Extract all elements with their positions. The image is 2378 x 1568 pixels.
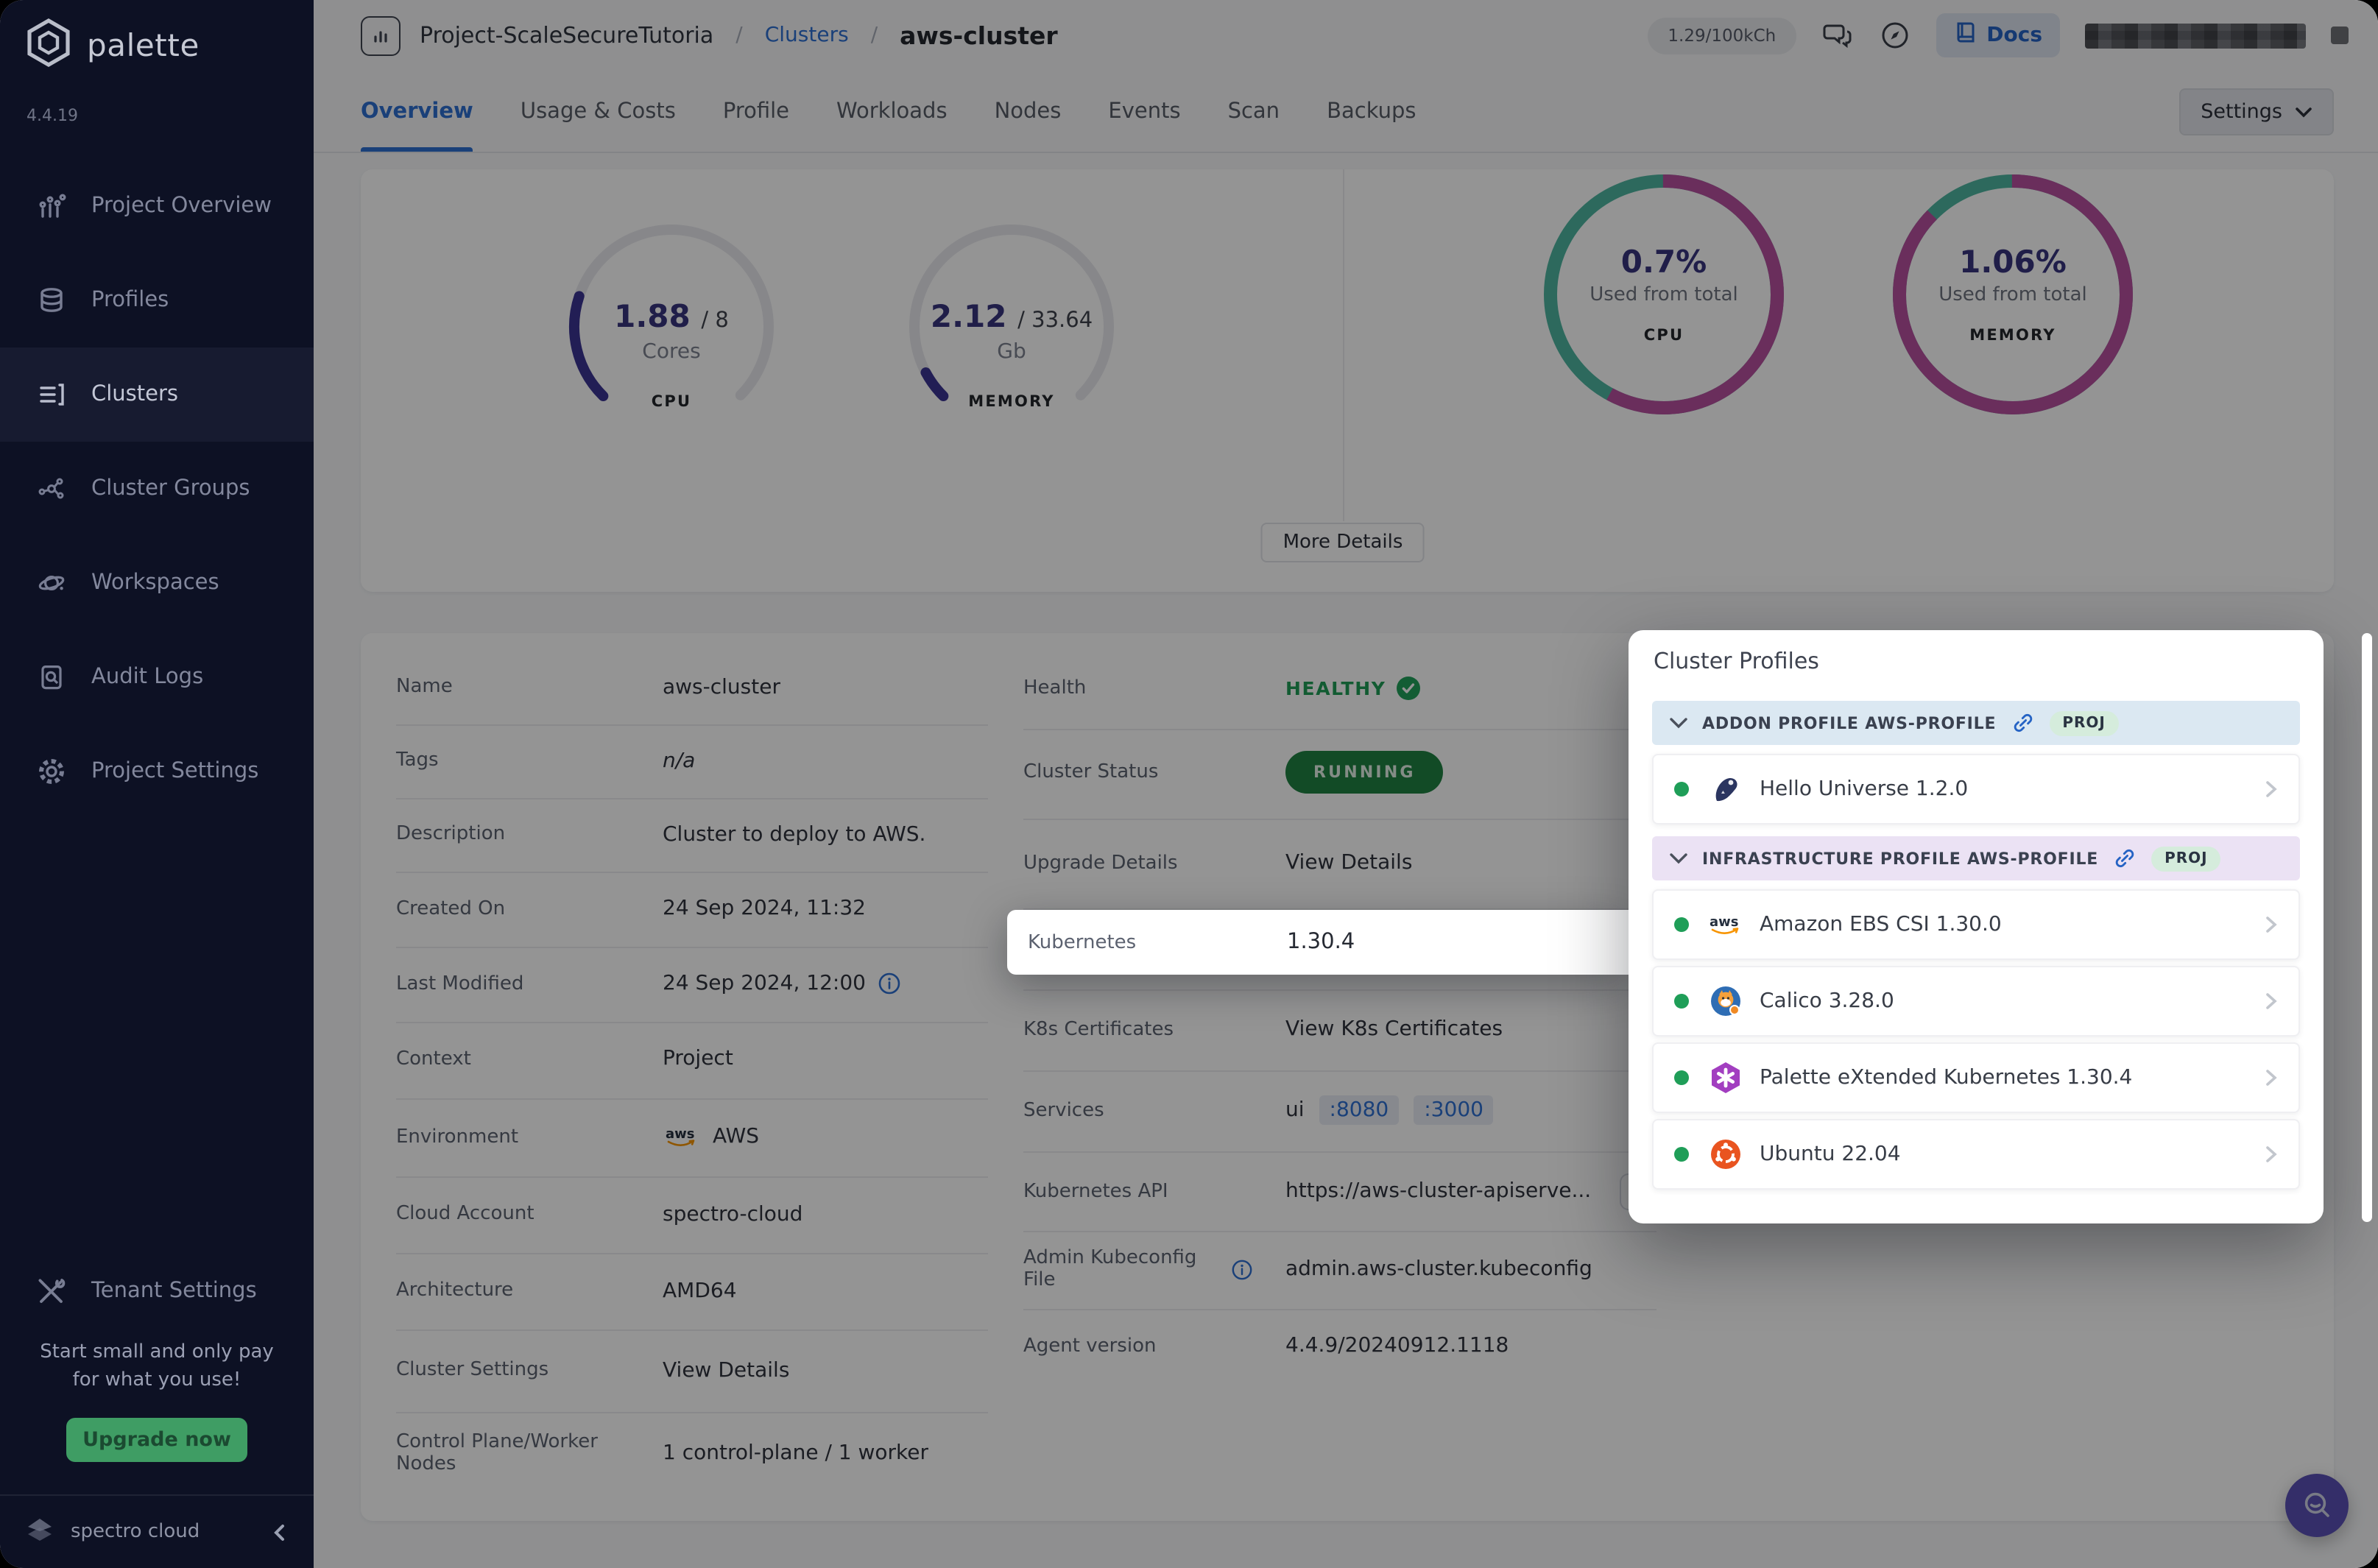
gear-icon [35,755,68,788]
hello-universe-icon [1707,770,1745,808]
main-area: Project-ScaleSecureTutoria / Clusters / … [314,0,2378,1568]
status-dot-icon [1674,917,1689,932]
profile-layer-ubuntu[interactable]: Ubuntu 22.04 [1652,1119,2300,1190]
chevron-right-icon [2260,1067,2281,1088]
sidebar-item-label: Profiles [91,289,169,312]
sidebar-item-project-settings[interactable]: Project Settings [0,724,314,819]
sidebar-menu: Project Overview Profiles Clusters Clust… [0,159,314,819]
status-dot-icon [1674,994,1689,1009]
chevron-down-icon [1670,853,1687,864]
sidebar-item-clusters[interactable]: Clusters [0,347,314,442]
sidebar-item-label: Audit Logs [91,665,204,689]
spectro-cloud-logo-icon [24,1513,56,1551]
proj-scope-badge: PROJ [2049,710,2119,735]
status-dot-icon [1674,782,1689,797]
clusters-icon [35,378,68,411]
sidebar-footer: spectro cloud [0,1494,314,1568]
tools-icon [35,1275,68,1307]
pxk-icon [1707,1059,1745,1097]
kubernetes-version-value: 1.30.4 [1287,930,1355,954]
profile-layer-calico[interactable]: Calico 3.28.0 [1652,966,2300,1036]
collapse-sidebar-icon[interactable] [269,1522,290,1542]
proj-scope-badge: PROJ [2151,846,2221,871]
addon-profile-section-header[interactable]: ADDON PROFILE AWS-PROFILE PROJ [1652,701,2300,745]
sidebar-item-label: Workspaces [91,571,219,595]
aws-logo-icon: aws [1707,905,1745,944]
infrastructure-profile-section-header[interactable]: INFRASTRUCTURE PROFILE AWS-PROFILE PROJ [1652,836,2300,880]
brand-logo[interactable]: palette [25,18,200,74]
sidebar-item-project-overview[interactable]: Project Overview [0,159,314,253]
link-icon [2014,713,2032,732]
sidebar-item-audit-logs[interactable]: Audit Logs [0,630,314,724]
sidebar-item-label: Clusters [91,383,179,406]
sidebar-item-cluster-groups[interactable]: Cluster Groups [0,442,314,536]
sidebar-item-workspaces[interactable]: Workspaces [0,536,314,630]
status-dot-icon [1674,1147,1689,1162]
brand-name: palette [87,28,200,63]
status-dot-icon [1674,1070,1689,1085]
palette-app-window: palette 4.4.19 Project Overview Profiles… [0,0,2378,1568]
sidebar-item-profiles[interactable]: Profiles [0,253,314,347]
chevron-right-icon [2260,991,2281,1011]
audit-logs-icon [35,661,68,693]
chevron-right-icon [2260,914,2281,935]
scrollbar-highlight[interactable] [2362,633,2372,1222]
profile-layer-palette-extended-kubernetes[interactable]: Palette eXtended Kubernetes 1.30.4 [1652,1042,2300,1113]
palette-logo-icon [25,18,72,74]
cluster-groups-icon [35,473,68,505]
promo-text: Start small and only pay for what you us… [0,1340,314,1395]
profile-layer-hello-universe[interactable]: Hello Universe 1.2.0 [1652,754,2300,824]
sidebar-item-label: Project Overview [91,194,272,218]
sidebar-item-tenant-settings[interactable]: Tenant Settings [0,1244,314,1338]
cluster-profiles-popup: Cluster Profiles ADDON PROFILE AWS-PROFI… [1629,630,2324,1223]
ubuntu-icon [1707,1135,1745,1173]
footer-brand-name: spectro cloud [71,1521,200,1543]
app-version: 4.4.19 [27,106,78,125]
promo-line2: for what you use! [72,1369,241,1391]
svg-text:aws: aws [1710,914,1739,930]
screen: palette 4.4.19 Project Overview Profiles… [0,0,2378,1568]
upgrade-now-button[interactable]: Upgrade now [66,1418,247,1462]
sidebar-item-label: Cluster Groups [91,477,250,501]
chevron-down-icon [1670,718,1687,729]
project-overview-icon [35,190,68,222]
profile-layer-amazon-ebs-csi[interactable]: aws Amazon EBS CSI 1.30.0 [1652,889,2300,960]
popup-title: Cluster Profiles [1654,648,1819,674]
calico-icon [1707,982,1745,1020]
chevron-right-icon [2260,779,2281,799]
sidebar: palette 4.4.19 Project Overview Profiles… [0,0,314,1568]
tenant-settings-label: Tenant Settings [91,1279,257,1303]
workspaces-icon [35,567,68,599]
link-icon [2115,849,2134,868]
kubernetes-version-spotlight-row[interactable]: Kubernetes 1.30.4 [1007,910,1629,975]
promo-line1: Start small and only pay [40,1341,274,1363]
sidebar-item-label: Project Settings [91,760,259,783]
profiles-icon [35,284,68,317]
chevron-right-icon [2260,1144,2281,1165]
